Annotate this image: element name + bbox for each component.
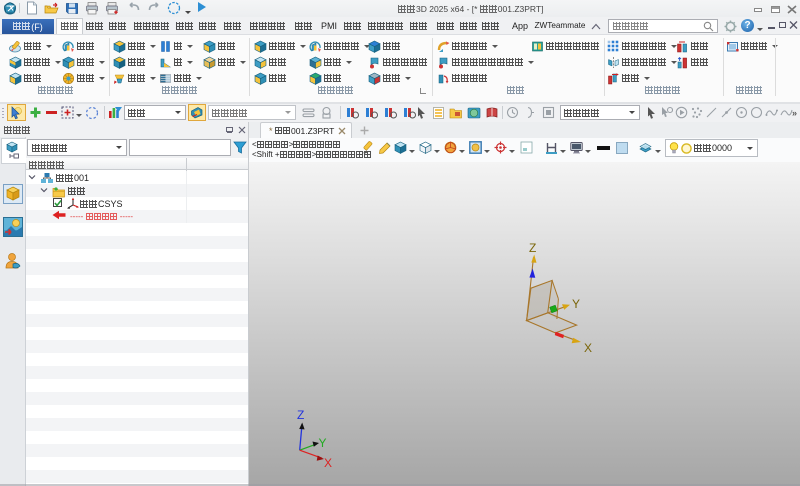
svg-text:Z: Z: [297, 408, 304, 422]
svg-text:X: X: [584, 341, 592, 355]
svg-text:X: X: [324, 456, 332, 470]
svg-text:Y: Y: [572, 297, 580, 311]
svg-text:Z: Z: [529, 241, 536, 255]
svg-text:Y: Y: [319, 436, 327, 450]
